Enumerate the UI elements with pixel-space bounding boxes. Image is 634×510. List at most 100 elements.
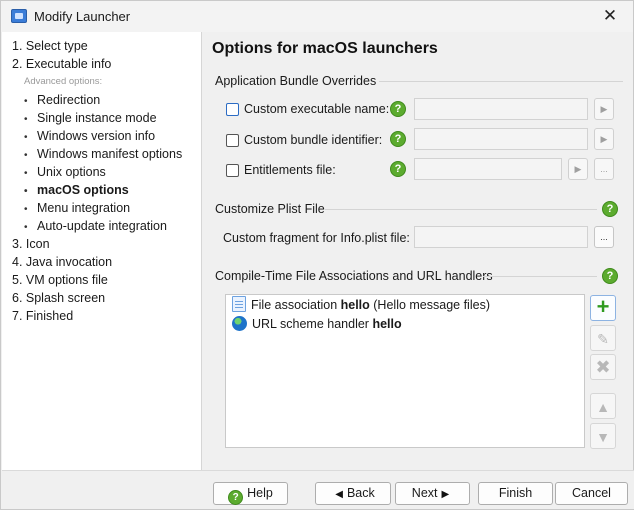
custom-executable-name-label: Custom executable name: [244,102,390,116]
sidebar-item-single-instance-mode[interactable]: • Single instance mode [2,109,201,127]
sidebar-item-label: 3. Icon [12,237,50,251]
help-icon[interactable]: ? [390,161,406,177]
sidebar-item-unix-options[interactable]: • Unix options [2,163,201,181]
associations-list[interactable]: File association hello (Hello message fi… [225,294,585,448]
item-name: hello [372,317,402,331]
delete-x-icon: ✖ [595,357,611,377]
sidebar-item-label: 6. Splash screen [12,291,106,305]
close-button[interactable]: ✕ [597,4,623,28]
edit-fragment-button[interactable]: ... [594,226,614,248]
associations-section-title: Compile-Time File Associations and URL h… [215,269,493,283]
arrow-right-icon: ▶ [441,489,450,500]
modify-launcher-window: Modify Launcher ✕ 1. Select type 2. Execu… [0,0,634,510]
move-down-button[interactable]: ▼ [590,423,616,449]
wizard-steps-sidebar: 1. Select type 2. Executable info Advanced… [2,32,202,509]
sidebar-item-label: 2. Executable info [12,57,112,71]
divider [379,81,623,82]
cancel-button-label: Cancel [572,486,611,500]
sidebar-item-4-java-invocation[interactable]: 4. Java invocation [2,253,201,271]
title-bar: Modify Launcher ✕ [1,1,633,32]
list-item[interactable]: URL scheme handler hello [232,315,402,333]
sidebar-item-3-icon[interactable]: 3. Icon [2,235,201,253]
entitlements-file-label: Entitlements file: [244,163,336,177]
help-icon[interactable]: ? [390,101,406,117]
sidebar-item-windows-version-info[interactable]: • Windows version info [2,127,201,145]
main-panel: Options for macOS launchers Application … [203,32,633,470]
custom-executable-name-input[interactable] [415,99,587,119]
document-icon [232,296,246,312]
sidebar-item-6-splash-screen[interactable]: 6. Splash screen [2,289,201,307]
sidebar-item-label: Windows version info [37,129,156,143]
custom-bundle-identifier-field[interactable] [414,128,588,150]
sidebar-item-label: Advanced options: [24,76,103,87]
sidebar-item-7-finished[interactable]: 7. Finished [2,307,201,325]
finish-button[interactable]: Finish [478,482,553,505]
insert-variable-arrow-button[interactable]: ▶ [594,98,614,120]
sidebar-item-5-vm-options-file[interactable]: 5. VM options file [2,271,201,289]
back-button[interactable]: ◀ Back [315,482,391,505]
next-button-label: Next [411,486,438,500]
cancel-button[interactable]: Cancel [555,482,628,505]
item-name: hello [340,298,370,312]
plist-section-title: Customize Plist File [215,202,325,216]
help-icon[interactable]: ? [602,201,618,217]
plist-fragment-label: Custom fragment for Info.plist file: [223,231,410,245]
sidebar-item-label: macOS options [37,183,129,197]
help-icon: ? [228,490,244,505]
sidebar-item-1-select-type[interactable]: 1. Select type [2,37,201,55]
custom-bundle-identifier-label: Custom bundle identifier: [244,133,383,147]
back-button-label: Back [346,486,375,500]
sidebar-item-label: Auto-update integration [37,219,167,233]
sidebar-item-macos-options[interactable]: • macOS options [2,181,201,199]
globe-icon [232,316,247,331]
custom-bundle-identifier-input[interactable] [415,129,587,149]
insert-variable-arrow-button[interactable]: ▶ [568,158,588,180]
sidebar-item-label: Redirection [37,93,101,107]
help-icon[interactable]: ? [390,131,406,147]
list-item[interactable]: File association hello (Hello message fi… [232,296,490,314]
page-title: Options for macOS launchers [212,40,438,57]
help-button-label: Help [247,486,273,500]
sidebar-item-2-executable-info[interactable]: 2. Executable info [2,55,201,73]
sidebar-item-label: Unix options [37,165,106,179]
entitlements-file-field[interactable] [414,158,562,180]
entitlements-file-input[interactable] [415,159,561,179]
sidebar-item-label: 4. Java invocation [12,255,113,269]
custom-bundle-identifier-checkbox[interactable] [226,134,239,147]
arrow-left-icon: ◀ [335,489,343,500]
item-prefix: URL scheme handler [252,317,373,331]
plus-icon: + [596,294,610,319]
sidebar-item-label: 7. Finished [12,309,74,323]
sidebar-item-label: 5. VM options file [12,273,108,287]
window-title: Modify Launcher [34,9,131,24]
item-suffix: (Hello message files) [369,298,490,312]
custom-executable-name-checkbox[interactable] [226,103,239,116]
next-button[interactable]: Next ▶ [395,482,470,505]
sidebar-item-menu-integration[interactable]: • Menu integration [2,199,201,217]
plist-fragment-field[interactable] [414,226,588,248]
divider [483,276,597,277]
chevron-down-icon: ▼ [596,429,610,445]
sidebar-item-auto-update-integration[interactable]: • Auto-update integration [2,217,201,235]
sidebar-item-label: 1. Select type [12,39,88,53]
add-association-button[interactable]: + [590,295,616,321]
help-button[interactable]: ? Help [213,482,288,505]
insert-variable-arrow-button[interactable]: ▶ [594,128,614,150]
divider [325,209,597,210]
plist-fragment-input[interactable] [415,227,587,247]
sidebar-item-windows-manifest-options[interactable]: • Windows manifest options [2,145,201,163]
move-up-button[interactable]: ▲ [590,393,616,419]
sidebar-item-label: Single instance mode [37,111,157,125]
finish-button-label: Finish [498,486,533,500]
app-icon [11,9,27,23]
sidebar-item-redirection[interactable]: • Redirection [2,91,201,109]
entitlements-file-checkbox[interactable] [226,164,239,177]
edit-icon: ✎ [597,331,609,347]
browse-button[interactable]: ... [594,158,614,180]
wizard-steps-list: 1. Select type 2. Executable info Advanced… [2,32,201,325]
custom-executable-name-field[interactable] [414,98,588,120]
edit-association-button[interactable]: ✎ [590,325,616,351]
help-icon[interactable]: ? [602,268,618,284]
delete-association-button[interactable]: ✖ [590,354,616,380]
wizard-footer: ? Help ◀ Back Next ▶ Finish Cancel [2,470,634,509]
